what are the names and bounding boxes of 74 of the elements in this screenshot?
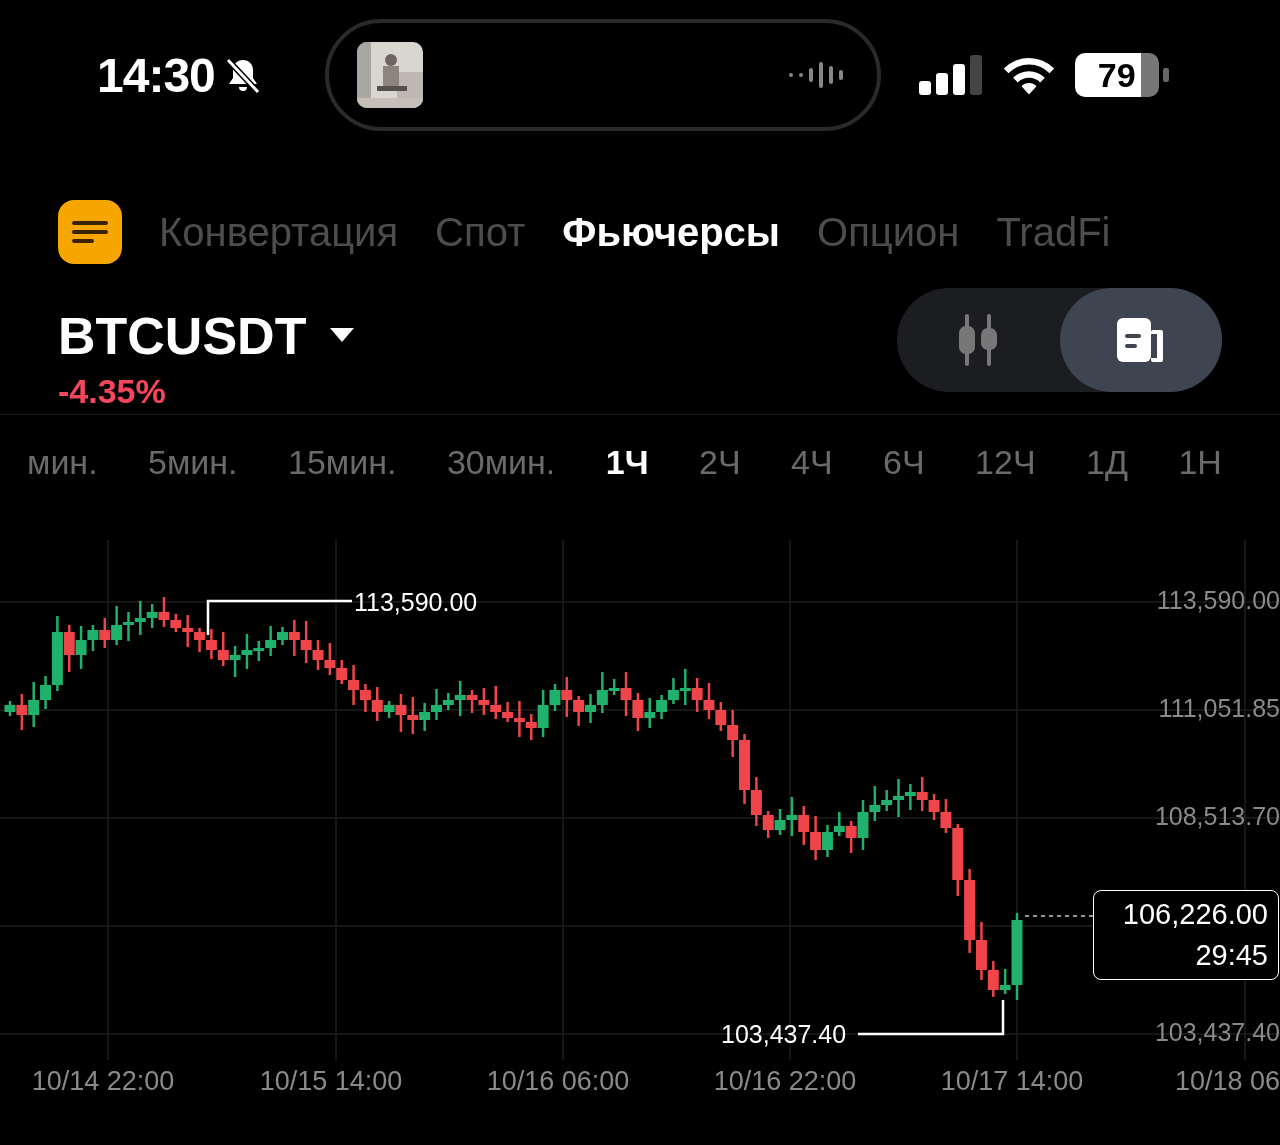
time-axis-label: 10/18 06 — [1173, 1066, 1280, 1097]
candle — [679, 669, 691, 705]
last-price: 106,226.00 — [1122, 897, 1268, 933]
price-axis-label: 103,437.40 — [1154, 1018, 1280, 1047]
time-axis-label: 10/16 06:00 — [485, 1066, 631, 1097]
interval-tab[interactable]: 15мин. — [288, 443, 397, 482]
price-change: -4.35% — [58, 371, 167, 411]
candle — [691, 678, 703, 712]
document-icon — [1116, 316, 1165, 364]
price-axis-label: 111,051.85 — [1158, 694, 1280, 723]
interval-tab[interactable]: 1Н — [1178, 443, 1222, 482]
price-axis-label: 113,590.00 — [1156, 586, 1280, 615]
candle — [644, 698, 656, 728]
candle — [928, 794, 940, 820]
symbol-selector[interactable]: BTCUSDT — [58, 305, 355, 366]
candle — [632, 693, 644, 731]
time-axis-label: 10/14 22:00 — [30, 1066, 176, 1097]
candle — [478, 688, 490, 715]
live-activity-pill[interactable] — [324, 19, 881, 131]
candle — [667, 678, 679, 704]
candle — [229, 646, 241, 677]
candle — [122, 612, 134, 641]
candle — [573, 696, 585, 726]
candle — [217, 632, 229, 666]
candle — [359, 684, 371, 712]
candle — [419, 703, 431, 731]
candle — [312, 640, 324, 670]
interval-tab[interactable]: 1Ч — [605, 443, 649, 482]
battery-cap-icon — [1162, 68, 1169, 82]
candle — [821, 825, 833, 857]
candle — [300, 621, 312, 663]
candle — [146, 604, 158, 628]
clock: 14:30 — [97, 47, 215, 103]
nav-tab[interactable]: Фьючерсы — [562, 209, 780, 255]
last-price-line — [1024, 915, 1094, 917]
low-price-label: 103,437.40 — [721, 1020, 847, 1049]
interval-tab[interactable]: 12Ч — [975, 443, 1036, 482]
time-axis-label: 10/17 14:00 — [939, 1066, 1085, 1097]
nav-tab[interactable]: Опцион — [817, 209, 960, 255]
caret-icon — [330, 327, 355, 344]
interval-tab[interactable]: 6Ч — [883, 443, 925, 482]
candle — [28, 682, 40, 727]
candle — [833, 812, 845, 836]
interval-tab[interactable]: 2Ч — [699, 443, 741, 482]
candle — [810, 816, 822, 860]
high-price-label: 113,590.00 — [354, 588, 478, 617]
time-axis-label: 10/15 14:00 — [258, 1066, 404, 1097]
signal-icon — [918, 55, 983, 95]
candle — [134, 601, 146, 635]
menu-button[interactable] — [58, 200, 122, 264]
candle — [703, 683, 715, 719]
candle — [656, 695, 668, 719]
interval-tab[interactable]: 5мин. — [148, 443, 238, 482]
candle — [916, 777, 928, 811]
candle — [585, 694, 596, 723]
nav-tab[interactable]: Спот — [435, 209, 526, 255]
nav-tab[interactable]: Конвертация — [159, 209, 399, 255]
menu-icon — [72, 220, 108, 244]
battery-indicator: 79 — [1074, 53, 1159, 97]
nav-tab[interactable]: TradFi — [996, 209, 1111, 255]
candle — [324, 643, 336, 675]
interval-tab[interactable]: 1Д — [1086, 443, 1128, 482]
candle-countdown: 29:45 — [1195, 938, 1268, 973]
candle — [407, 697, 419, 734]
candle — [111, 606, 123, 645]
interval-tab[interactable]: мин. — [27, 443, 98, 482]
candle — [798, 806, 810, 845]
candle — [205, 629, 217, 659]
price-axis-label: 108,513.70 — [1154, 802, 1280, 831]
candle — [99, 618, 111, 648]
candle — [194, 628, 206, 652]
interval-tab[interactable]: 4Ч — [791, 443, 833, 482]
interval-tab[interactable]: 30мин. — [446, 443, 556, 482]
time-axis-label: 10/16 22:00 — [712, 1066, 858, 1097]
